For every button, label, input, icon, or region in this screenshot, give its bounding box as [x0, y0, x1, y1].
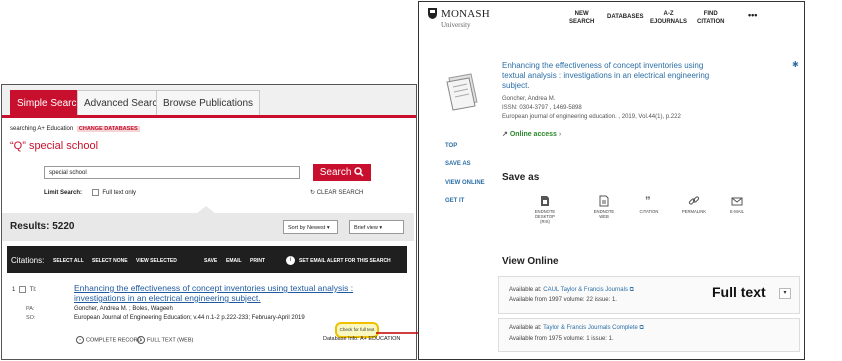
print-button[interactable]: PRINT — [250, 258, 265, 264]
article-author: Goncher, Andrea M. — [502, 96, 556, 102]
full-text-web-label: FULL TEXT (WEB) — [147, 337, 194, 344]
email-button[interactable]: EMAIL — [226, 258, 242, 264]
link-icon: ↗ — [502, 131, 508, 138]
tab-browse-publications[interactable]: Browse Publications — [156, 90, 261, 115]
permalink-label: PERMALINK — [681, 209, 707, 214]
limit-search-row: Limit Search: Full text only — [44, 189, 136, 196]
tab-pointer — [196, 206, 216, 214]
endnote-web-label: ENDNOTE WEB — [593, 209, 615, 219]
searching-line: searching A+ Education CHANGE DATABASES — [10, 126, 140, 132]
database-info: Database Info: A+ EDUCATION — [323, 336, 401, 342]
source-1-available-at: Available at: — [509, 287, 542, 293]
full-text-only-label: Full text only — [102, 190, 137, 197]
search-tabs: Simple Search Advanced Search Browse Pub… — [2, 85, 416, 118]
external-link-icon: ⧉ — [639, 325, 644, 331]
full-text-annotation: Full text — [712, 284, 766, 300]
globe-icon: o — [137, 336, 145, 344]
side-link-view-online[interactable]: VIEW ONLINE — [445, 180, 485, 186]
view-select[interactable]: Brief view ▾ — [349, 220, 404, 234]
mail-icon[interactable] — [731, 195, 743, 207]
nav-new-search[interactable]: NEW SEARCH — [569, 11, 594, 26]
complete-record-label: COMPLETE RECORD — [86, 337, 142, 344]
chevron-right-icon: › — [558, 131, 562, 138]
select-all-button[interactable]: SELECT ALL — [53, 258, 84, 264]
source-card-2 — [498, 318, 800, 352]
endnote-web-icon[interactable] — [598, 195, 610, 207]
document-icon — [446, 73, 478, 111]
searching-label: searching A+ Education — [10, 126, 74, 132]
monash-shield-icon — [428, 8, 437, 19]
save-button[interactable]: SAVE — [204, 258, 217, 264]
side-link-save-as[interactable]: SAVE AS — [445, 161, 471, 167]
source-1-line: Available at: CAUL Taylor & Francis Jour… — [509, 287, 634, 294]
limit-search-label: Limit Search: — [44, 190, 83, 197]
link-icon[interactable] — [688, 195, 700, 207]
ti-label: TI: — [29, 287, 37, 294]
search-icon — [354, 167, 364, 177]
sort-select[interactable]: Sort by Newest ▾ — [283, 220, 338, 234]
article-journal: European journal of engineering educatio… — [502, 114, 681, 120]
monash-logo[interactable]: MONASH — [441, 8, 490, 20]
online-access-link[interactable]: ↗ Online access › — [502, 130, 561, 138]
email-label: E-MAIL — [730, 209, 744, 214]
full-text-web-link[interactable]: o FULL TEXT (WEB) — [137, 336, 193, 344]
endnote-desktop-icon[interactable] — [539, 195, 551, 207]
view-selected-button[interactable]: VIEW SELECTED — [136, 258, 177, 264]
side-link-top[interactable]: TOP — [445, 143, 457, 149]
nav-databases[interactable]: DATABASES — [607, 14, 643, 22]
nav-find-citation[interactable]: FIND CITATION — [697, 11, 724, 26]
source-2-line: Available at: Taylor & Francis Journals … — [509, 325, 644, 332]
clear-search-label: CLEAR SEARCH — [316, 190, 364, 196]
record-title-link[interactable]: Enhancing the effectiveness of concept i… — [74, 283, 374, 303]
search-button[interactable]: Search — [313, 164, 371, 181]
source-1-provider-link[interactable]: CAUL Taylor & Francis Journals — [543, 287, 628, 293]
results-count: Results: 5220 — [10, 221, 75, 232]
clear-search-link[interactable]: ↻ CLEAR SEARCH — [310, 189, 363, 196]
nav-az-ejournals[interactable]: A-Z EJOURNALS — [650, 11, 687, 26]
full-text-only-checkbox[interactable] — [91, 189, 99, 196]
view-online-heading: View Online — [502, 256, 559, 267]
side-link-get-it[interactable]: GET IT — [445, 198, 464, 204]
source-2-provider-link[interactable]: Taylor & Francis Journals Complete — [543, 325, 638, 331]
pin-icon[interactable]: ✱ — [792, 60, 799, 69]
record-number-value: 1 — [12, 287, 16, 294]
so-label: SO: — [26, 315, 36, 321]
more-menu-icon[interactable]: ••• — [748, 10, 757, 20]
quote-icon[interactable]: ” — [645, 195, 657, 207]
info-icon: i — [286, 256, 295, 265]
online-access-label: Online access — [509, 131, 557, 138]
pa-label: PA: — [26, 306, 35, 312]
record-source: European Journal of Engineering Educatio… — [74, 315, 305, 321]
sort-select-value: Sort by Newest — [288, 225, 326, 231]
view-select-value: Brief view — [354, 225, 378, 231]
change-databases-link[interactable]: CHANGE DATABASES — [76, 126, 140, 132]
record-number: 1 TI: — [12, 286, 37, 293]
source-2-coverage: Available from 1975 volume: 1 issue: 1. — [509, 336, 614, 342]
endnote-desktop-label: ENDNOTE DESKTOP (RIS) — [534, 209, 556, 224]
search-button-label: Search — [319, 167, 352, 178]
source-1-coverage: Available from 1997 volume: 22 issue: 1. — [509, 297, 617, 303]
search-input[interactable]: special school — [44, 166, 300, 179]
article-issn: ISSN: 0304-3797 , 1469-5898 — [502, 105, 582, 111]
complete-record-link[interactable]: + COMPLETE RECORD — [76, 336, 142, 344]
citations-label: Citations: — [11, 256, 45, 265]
monash-logo-sub: University — [441, 21, 471, 29]
chevron-down-icon[interactable]: ▾ — [779, 288, 791, 299]
external-link-icon: ⧉ — [629, 287, 634, 293]
record-icon: + — [76, 336, 84, 344]
save-as-heading: Save as — [502, 172, 540, 183]
email-alert-button[interactable]: SET EMAIL ALERT FOR THIS SEARCH — [299, 258, 391, 264]
select-none-button[interactable]: SELECT NONE — [92, 258, 128, 264]
source-2-available-at: Available at: — [509, 325, 542, 331]
record-checkbox[interactable] — [19, 286, 27, 293]
record-authors: Goncher, Andrea M. ; Boles, Wageeh — [74, 306, 173, 312]
query-display: “Q” special school — [10, 140, 99, 152]
article-title[interactable]: Enhancing the effectiveness of concept i… — [502, 61, 712, 91]
citation-label: CITATION — [639, 209, 659, 214]
refresh-icon: ↻ — [310, 190, 316, 196]
